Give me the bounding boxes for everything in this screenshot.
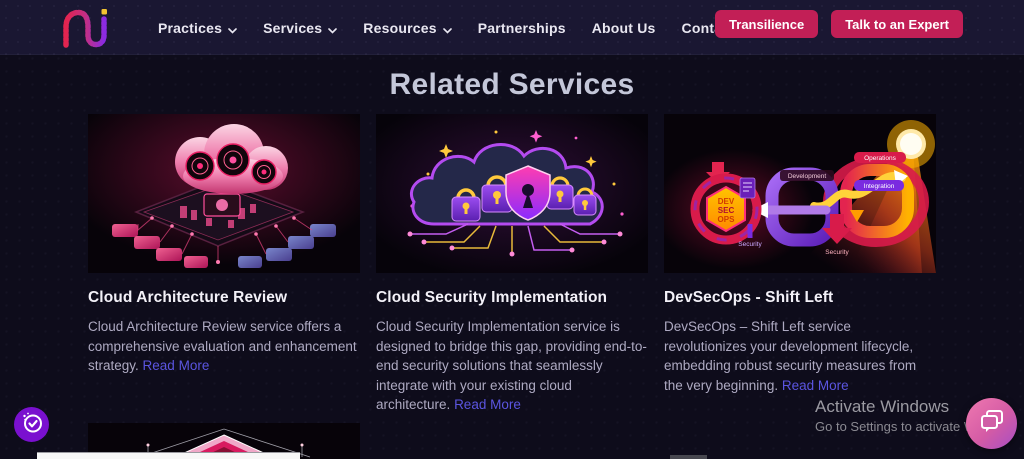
brand-logo-icon[interactable] [60, 6, 118, 53]
nav-item-services[interactable]: Services [263, 19, 337, 37]
page: Practices Services Resources Partnership… [0, 0, 1024, 459]
devsecops-hex-label-sec: SEC [718, 206, 735, 215]
read-more-link[interactable]: Read More [143, 358, 210, 373]
bottom-white-bar [37, 452, 300, 459]
cloud-security-implementation-image[interactable] [376, 114, 648, 273]
nav-cta-group: Transilience Talk to an Expert [715, 10, 963, 38]
devsecops-hex-label-ops: OPS [718, 215, 736, 224]
chat-widget-button[interactable] [966, 398, 1017, 449]
card-cloud-architecture-review: Cloud Architecture Review Cloud Architec… [88, 114, 360, 415]
nav-item-about-us[interactable]: About Us [592, 20, 656, 36]
cloud-architecture-review-image[interactable] [88, 114, 360, 273]
read-more-link[interactable]: Read More [454, 397, 521, 412]
card-title: Cloud Security Implementation [376, 289, 648, 307]
card-title: Cloud Architecture Review [88, 289, 360, 307]
cookie-icon [20, 410, 44, 439]
card-devsecops-shift-left: DEV SEC OPS Development Operations Integ… [664, 114, 936, 415]
card-description: Cloud Architecture Review service offers… [88, 317, 360, 376]
devsecops-label-security: Security [825, 249, 849, 256]
nav-item-label: About Us [592, 20, 656, 36]
devsecops-hex-label-dev: DEV [718, 197, 735, 206]
devsecops-label-integration: Integration [864, 183, 895, 190]
card-cloud-security-implementation: Cloud Security Implementation Cloud Secu… [376, 114, 648, 415]
nav-item-label: Resources [363, 20, 436, 36]
nav-item-label: Services [263, 20, 322, 36]
card-description: DevSecOps – Shift Left service revolutio… [664, 317, 936, 395]
nav-item-partnerships[interactable]: Partnerships [478, 20, 566, 36]
chat-bubble-icon [979, 408, 1005, 439]
bottom-gray-sliver [670, 455, 707, 459]
main-nav: Practices Services Resources Partnership… [158, 0, 772, 55]
read-more-link[interactable]: Read More [782, 378, 849, 393]
devsecops-label-development: Development [788, 173, 826, 180]
cookie-consent-button[interactable] [14, 407, 49, 442]
section-title: Related Services [0, 68, 1024, 102]
navbar: Practices Services Resources Partnership… [0, 0, 1024, 55]
chevron-down-icon [443, 21, 452, 37]
chevron-down-icon [228, 21, 237, 37]
nav-item-label: Practices [158, 20, 222, 36]
transilience-button[interactable]: Transilience [715, 10, 818, 38]
devsecops-label-security-left: Security [738, 241, 762, 248]
nav-item-resources[interactable]: Resources [363, 19, 451, 37]
devsecops-shift-left-image[interactable]: DEV SEC OPS Development Operations Integ… [664, 114, 936, 273]
devsecops-label-operations: Operations [864, 155, 897, 162]
card-description: Cloud Security Implementation service is… [376, 317, 648, 415]
nav-item-label: Partnerships [478, 20, 566, 36]
related-services-cards: Cloud Architecture Review Cloud Architec… [88, 114, 936, 415]
chevron-down-icon [328, 21, 337, 37]
nav-item-practices[interactable]: Practices [158, 19, 237, 37]
talk-to-expert-button[interactable]: Talk to an Expert [831, 10, 963, 38]
card-title: DevSecOps - Shift Left [664, 289, 936, 307]
